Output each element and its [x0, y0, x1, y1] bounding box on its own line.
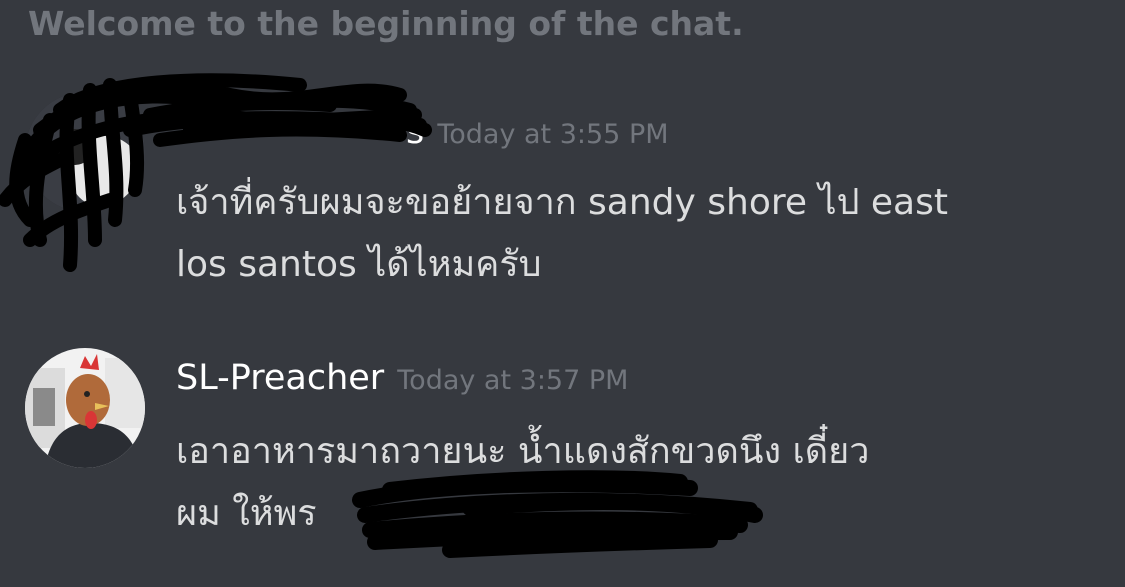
message-2-line-1: เอาอาหารมาถวายนะ น้ำแดงสักขวดนึง เดี๋ยว	[176, 431, 870, 472]
chat-area: Welcome to the beginning of the chat. s …	[0, 0, 1125, 587]
message-1-header: s Today at 3:55 PM	[176, 112, 669, 152]
message-2-content: เอาอาหารมาถวายนะ น้ำแดงสักขวดนึง เดี๋ยว …	[176, 421, 1056, 545]
message-1-username-fragment[interactable]: s	[406, 112, 424, 152]
message-1-timestamp: Today at 3:55 PM	[437, 119, 669, 150]
message-2-line-2: ผม ให้พร	[176, 493, 317, 534]
message-1-line-2: los santos ได้ไหมครับ	[176, 244, 542, 285]
message-1-line-1: เจ้าที่ครับผมจะขอย้ายจาก sandy shore ไป …	[176, 182, 948, 223]
message-2-username[interactable]: SL-Preacher	[176, 358, 384, 398]
rooster-mask-avatar-icon[interactable]	[25, 348, 145, 468]
message-2-timestamp: Today at 3:57 PM	[397, 365, 629, 396]
user-avatar-icon[interactable]	[25, 92, 145, 212]
chat-welcome-heading: Welcome to the beginning of the chat.	[28, 4, 744, 43]
message-2-header: SL-Preacher Today at 3:57 PM	[176, 358, 628, 398]
message-1-content: เจ้าที่ครับผมจะขอย้ายจาก sandy shore ไป …	[176, 172, 1056, 296]
